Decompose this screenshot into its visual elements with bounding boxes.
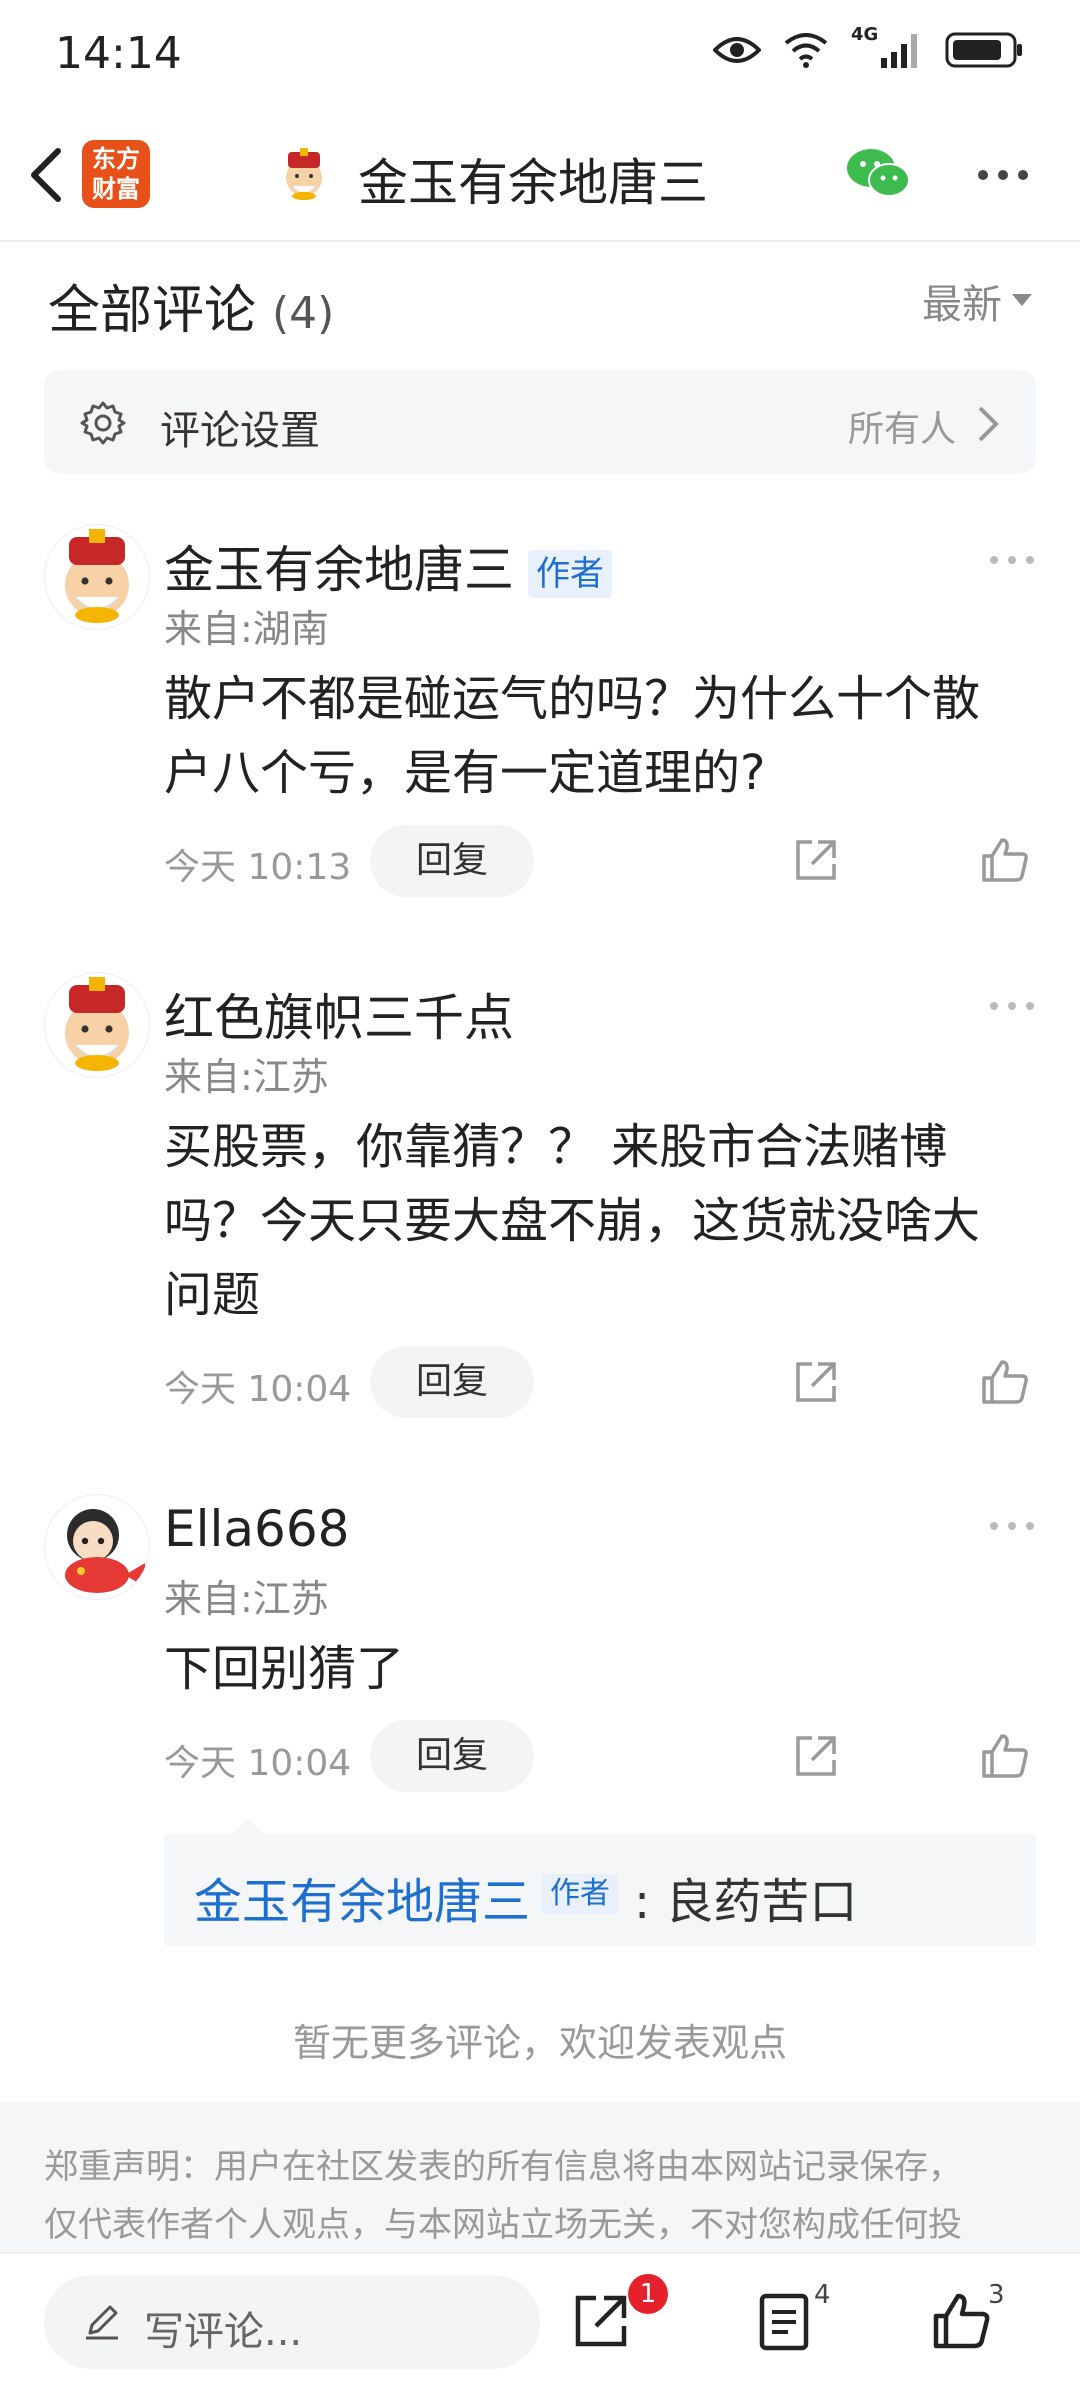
like-count: 3 bbox=[988, 2280, 1005, 2310]
thumbs-up-icon[interactable] bbox=[930, 2290, 992, 2352]
pencil-icon bbox=[86, 2305, 118, 2340]
eye-icon bbox=[713, 37, 761, 63]
commenter-name[interactable]: Ella668 bbox=[164, 1500, 349, 1558]
disclaimer: 郑重声明：用户在社区发表的所有信息将由本网站记录保存， 仅代表作者个人观点，与本… bbox=[0, 2102, 1080, 2262]
commenter-name[interactable]: 金玉有余地唐三 作者 bbox=[164, 530, 612, 602]
commenter-location: 来自:江苏 bbox=[164, 1577, 329, 1621]
fortune-god-avatar-icon bbox=[65, 529, 129, 623]
more-options-icon[interactable] bbox=[988, 552, 1036, 568]
comments-count: (4) bbox=[272, 288, 335, 339]
write-comment-placeholder: 写评论... bbox=[144, 2309, 303, 2355]
nested-reply[interactable]: 金玉有余地唐三 作者 : 良药苦口 bbox=[164, 1834, 1036, 1946]
more-options-icon[interactable] bbox=[988, 998, 1036, 1014]
comment-time: 今天 10:04 bbox=[164, 1743, 352, 1784]
comment-list-icon[interactable] bbox=[754, 2290, 816, 2352]
comment-text: 散户不都是碰运气的吗？为什么十个散 户八个亏，是有一定道理的? bbox=[164, 662, 1044, 810]
sort-selector[interactable]: 最新 bbox=[922, 272, 1032, 330]
share-icon[interactable] bbox=[792, 836, 840, 884]
logo-text-line2: 财富 bbox=[92, 175, 140, 203]
commenter-name[interactable]: 红色旗帜三千点 bbox=[164, 978, 514, 1050]
share-icon[interactable] bbox=[570, 2290, 632, 2352]
author-badge: 作者 bbox=[528, 549, 612, 598]
comment-settings-row[interactable]: 评论设置 所有人 bbox=[44, 370, 1036, 474]
logo-text-line1: 东方 bbox=[92, 145, 140, 173]
comment-text: 下回别猜了 bbox=[164, 1632, 1044, 1706]
comment-text: 买股票，你靠猜？？ 来股市合法赌博 吗？今天只要大盘不崩，这货就没啥大 问题 bbox=[164, 1110, 1044, 1332]
nested-reply-pointer bbox=[232, 1818, 264, 1834]
comment-time: 今天 10:04 bbox=[164, 1369, 352, 1410]
comment-list-count: 4 bbox=[814, 2280, 831, 2310]
commenter-location: 来自:湖南 bbox=[164, 607, 329, 651]
brand-logo[interactable]: 东方 财富 bbox=[82, 140, 150, 208]
reply-button[interactable]: 回复 bbox=[370, 1720, 534, 1792]
back-arrow-icon[interactable] bbox=[22, 145, 72, 205]
more-options-icon[interactable] bbox=[975, 160, 1031, 190]
write-comment-input[interactable]: 写评论... bbox=[44, 2275, 540, 2369]
comment-text-line: 买股票，你靠猜？？ 来股市合法赌博 bbox=[164, 1119, 948, 1175]
comment-settings-value: 所有人 bbox=[847, 409, 956, 450]
avatar[interactable] bbox=[44, 524, 150, 630]
comment-text-line: 下回别猜了 bbox=[164, 1641, 405, 1697]
comment-text-line: 吗？今天只要大盘不崩，这货就没啥大 bbox=[164, 1193, 981, 1249]
comment-text-line: 问题 bbox=[164, 1267, 261, 1323]
reply-button[interactable]: 回复 bbox=[370, 1346, 534, 1418]
wechat-share-icon[interactable] bbox=[845, 148, 911, 200]
share-icon[interactable] bbox=[792, 1732, 840, 1780]
fortune-god-avatar-icon bbox=[286, 148, 322, 200]
comment-time: 今天 10:13 bbox=[164, 847, 352, 888]
comment-text-line: 户八个亏，是有一定道理的? bbox=[164, 745, 766, 801]
disclaimer-line: 郑重声明：用户在社区发表的所有信息将由本网站记录保存， bbox=[44, 2147, 962, 2187]
share-icon[interactable] bbox=[792, 1358, 840, 1406]
reply-button[interactable]: 回复 bbox=[370, 825, 534, 897]
sort-label: 最新 bbox=[922, 282, 1002, 328]
wifi-icon bbox=[784, 33, 828, 68]
disclaimer-line: 仅代表作者个人观点，与本网站立场无关，不对您构成任何投 bbox=[44, 2205, 962, 2245]
thumbs-up-icon[interactable] bbox=[980, 1358, 1030, 1406]
comment-settings-label: 评论设置 bbox=[160, 408, 320, 454]
girl-with-fish-avatar-icon bbox=[65, 1509, 145, 1593]
comments-header-title: 全部评论 bbox=[48, 281, 257, 341]
thumbs-up-icon[interactable] bbox=[980, 836, 1030, 884]
comments-header: 全部评论 (4) bbox=[48, 268, 334, 343]
battery-icon bbox=[945, 32, 1022, 68]
avatar[interactable] bbox=[44, 972, 150, 1078]
commenter-location: 来自:江苏 bbox=[164, 1055, 329, 1099]
signal-icon: 4G bbox=[851, 24, 923, 70]
nested-reply-name[interactable]: 金玉有余地唐三 bbox=[194, 1862, 530, 1932]
thumbs-up-icon[interactable] bbox=[980, 1732, 1030, 1780]
chevron-right-icon bbox=[978, 406, 999, 442]
author-badge: 作者 bbox=[542, 1874, 618, 1914]
status-icons: 4G bbox=[713, 24, 1025, 70]
status-time: 14:14 bbox=[55, 28, 182, 79]
page-title: 金玉有余地唐三 bbox=[358, 154, 708, 212]
avatar[interactable] bbox=[44, 1494, 150, 1600]
gear-icon bbox=[80, 401, 126, 445]
more-options-icon[interactable] bbox=[988, 1518, 1036, 1534]
commenter-name-text: 金玉有余地唐三 bbox=[164, 541, 514, 599]
caret-down-icon bbox=[1012, 294, 1032, 306]
share-count-badge: 1 bbox=[628, 2274, 668, 2314]
no-more-comments-text: 暂无更多评论，欢迎发表观点 bbox=[292, 2021, 787, 2065]
nested-reply-text: : 良药苦口 bbox=[634, 1874, 858, 1930]
comment-text-line: 散户不都是碰运气的吗？为什么十个散 bbox=[164, 671, 981, 727]
fortune-god-avatar-icon bbox=[65, 977, 129, 1071]
